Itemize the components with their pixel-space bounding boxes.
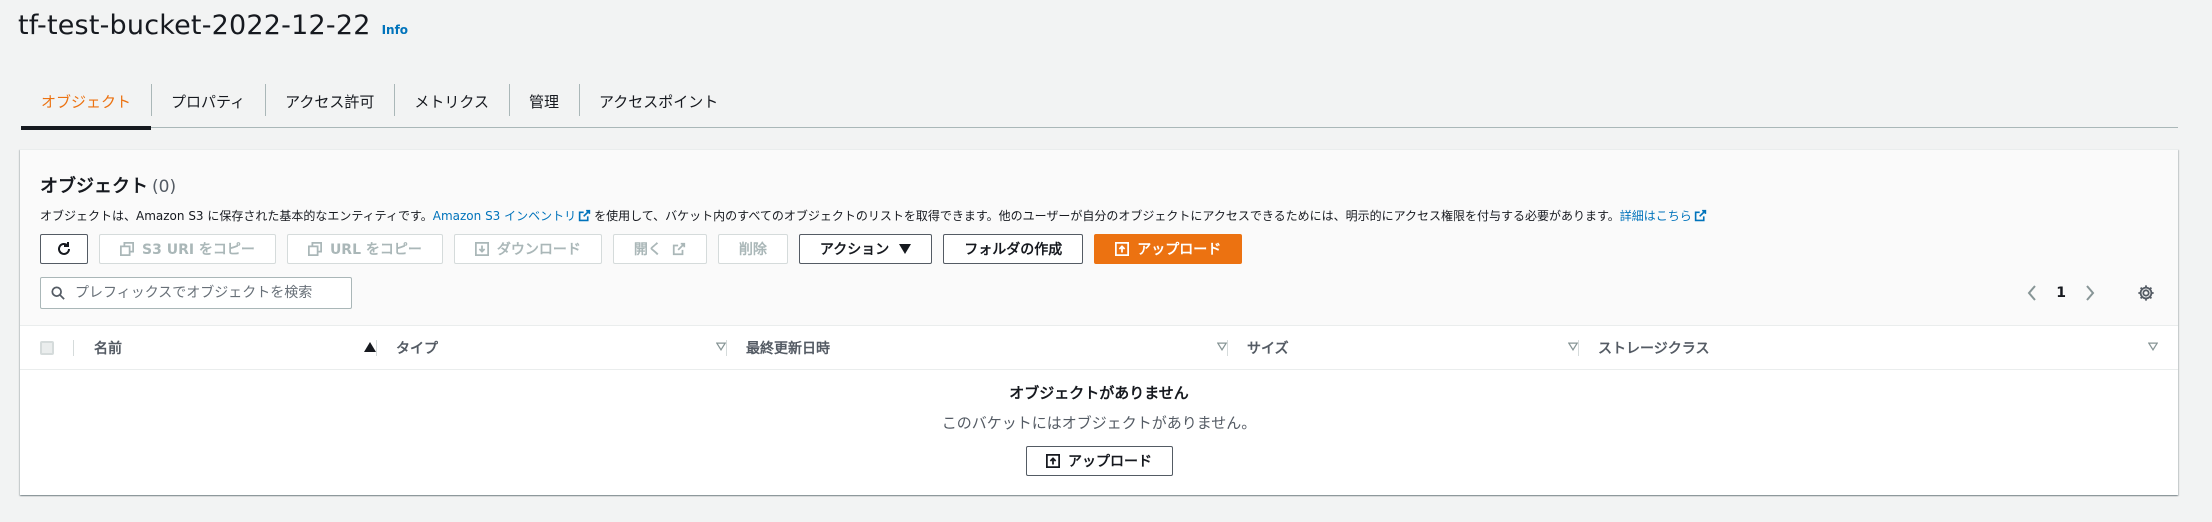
search-box [40, 277, 352, 309]
refresh-icon [58, 242, 70, 255]
upload-icon [1046, 454, 1060, 468]
column-divider [376, 340, 377, 356]
preferences-button[interactable] [2134, 281, 2158, 305]
column-divider [1578, 340, 1579, 356]
inventory-link-text: Amazon S3 インベントリ [432, 209, 577, 223]
column-header-last-modified[interactable]: 最終更新日時 [746, 326, 1227, 370]
create-folder-button[interactable]: フォルダの作成 [943, 234, 1084, 264]
column-storage-class-label: ストレージクラス [1598, 341, 1710, 357]
objects-count: (0) [152, 177, 177, 197]
column-size-label: サイズ [1247, 341, 1289, 357]
actions-label: アクション [819, 242, 890, 258]
prev-page-button[interactable] [2020, 281, 2044, 305]
empty-upload-button[interactable]: アップロード [1025, 446, 1173, 476]
s3-bucket-page: tf-test-bucket-2022-12-22 Info オブジェクト プロ… [0, 0, 2212, 522]
upload-label: アップロード [1137, 242, 1222, 258]
chevron-right-icon [2086, 285, 2095, 301]
copy-url-label: URL をコピー [329, 242, 422, 258]
column-divider [73, 340, 74, 356]
empty-state-actions: アップロード [20, 446, 2178, 476]
inventory-link[interactable]: Amazon S3 インベントリ [433, 209, 594, 223]
actions-dropdown[interactable]: アクション [798, 234, 933, 264]
column-type-label: タイプ [396, 341, 438, 357]
external-link-icon [1694, 209, 1706, 222]
description-text-2: を使用して、バケット内のすべてのオブジェクトのリストを取得できます。他のユーザー… [594, 209, 1620, 223]
pagination: 1 [2020, 277, 2158, 309]
upload-button[interactable]: アップロード [1094, 234, 1243, 264]
column-divider [1227, 340, 1228, 356]
details-link[interactable]: 詳細はこちら [1620, 209, 1710, 223]
description-text-1: オブジェクトは、Amazon S3 に保存された基本的なエンティティです。 [40, 209, 433, 223]
tab-permissions[interactable]: アクセス許可 [265, 76, 394, 128]
column-header-storage-class[interactable]: ストレージクラス [1598, 326, 2158, 370]
page-title: tf-test-bucket-2022-12-22 [18, 10, 371, 41]
sort-icon [716, 342, 726, 351]
open-label: 開く [633, 242, 662, 258]
empty-state-title: オブジェクトがありません [1009, 384, 1189, 402]
empty-state: オブジェクトがありません このバケットにはオブジェクトがありません。 アップロー… [20, 370, 2178, 494]
upload-icon [1115, 242, 1130, 256]
column-divider [726, 340, 727, 356]
tab-management[interactable]: 管理 [508, 76, 579, 128]
column-header-type[interactable]: タイプ [396, 326, 726, 370]
copy-icon [307, 242, 322, 256]
details-link-text: 詳細はこちら [1619, 209, 1692, 223]
download-label: ダウンロード [496, 242, 581, 258]
search-input[interactable] [73, 284, 333, 302]
copy-icon [120, 242, 134, 256]
column-name-label: 名前 [94, 341, 122, 357]
open-button[interactable]: 開く [612, 234, 707, 264]
info-link[interactable]: Info [382, 23, 408, 37]
external-link-icon [578, 209, 591, 222]
column-header-size[interactable]: サイズ [1247, 326, 1578, 370]
refresh-button[interactable] [40, 234, 88, 264]
copy-s3-uri-button[interactable]: S3 URI をコピー [99, 234, 276, 264]
create-folder-label: フォルダの作成 [964, 242, 1063, 258]
next-page-button[interactable] [2078, 281, 2102, 305]
sort-icon [1568, 342, 1578, 351]
chevron-left-icon [2027, 285, 2037, 301]
copy-url-button[interactable]: URL をコピー [286, 234, 443, 264]
tab-metrics[interactable]: メトリクス [394, 76, 509, 128]
column-header-name[interactable]: 名前 [94, 326, 376, 370]
sort-ascending-icon [364, 342, 376, 352]
select-all-cell [40, 326, 54, 370]
tab-objects[interactable]: オブジェクト [21, 76, 152, 130]
tab-bar: オブジェクト プロパティ アクセス許可 メトリクス 管理 アクセスポイント [21, 76, 2178, 130]
download-icon [474, 242, 489, 256]
sort-icon [1217, 342, 1227, 351]
delete-label: 削除 [738, 242, 767, 258]
current-page[interactable]: 1 [2056, 285, 2066, 301]
objects-description: オブジェクトは、Amazon S3 に保存された基本的なエンティティです。Ama… [40, 207, 1710, 224]
objects-heading: オブジェクト (0) [40, 172, 176, 198]
caret-down-icon [899, 244, 912, 254]
select-all-checkbox[interactable] [40, 341, 54, 355]
objects-header: オブジェクト (0) オブジェクトは、Amazon S3 に保存された基本的なエン… [20, 150, 2178, 326]
search-icon [51, 286, 65, 300]
tab-properties[interactable]: プロパティ [151, 76, 265, 128]
gear-icon [2138, 285, 2154, 301]
delete-button[interactable]: 削除 [717, 234, 788, 264]
title-row: tf-test-bucket-2022-12-22 Info [18, 10, 408, 41]
objects-heading-text: オブジェクト [40, 176, 148, 197]
sort-icon [2148, 342, 2158, 351]
empty-state-description: このバケットにはオブジェクトがありません。 [941, 414, 1257, 432]
download-button[interactable]: ダウンロード [453, 234, 602, 264]
copy-s3-uri-label: S3 URI をコピー [142, 242, 255, 258]
column-last-modified-label: 最終更新日時 [746, 341, 830, 357]
table-header: 名前 タイプ 最終更新日時 サイズ ストレージクラス [20, 326, 2178, 370]
empty-upload-label: アップロード [1068, 454, 1152, 470]
objects-toolbar: S3 URI をコピー URL をコピー ダウンロード 開く 削除 アクション … [40, 234, 1253, 264]
external-link-icon [672, 242, 686, 256]
objects-container: オブジェクト (0) オブジェクトは、Amazon S3 に保存された基本的なエン… [20, 149, 2178, 495]
tab-access-points[interactable]: アクセスポイント [578, 76, 738, 128]
